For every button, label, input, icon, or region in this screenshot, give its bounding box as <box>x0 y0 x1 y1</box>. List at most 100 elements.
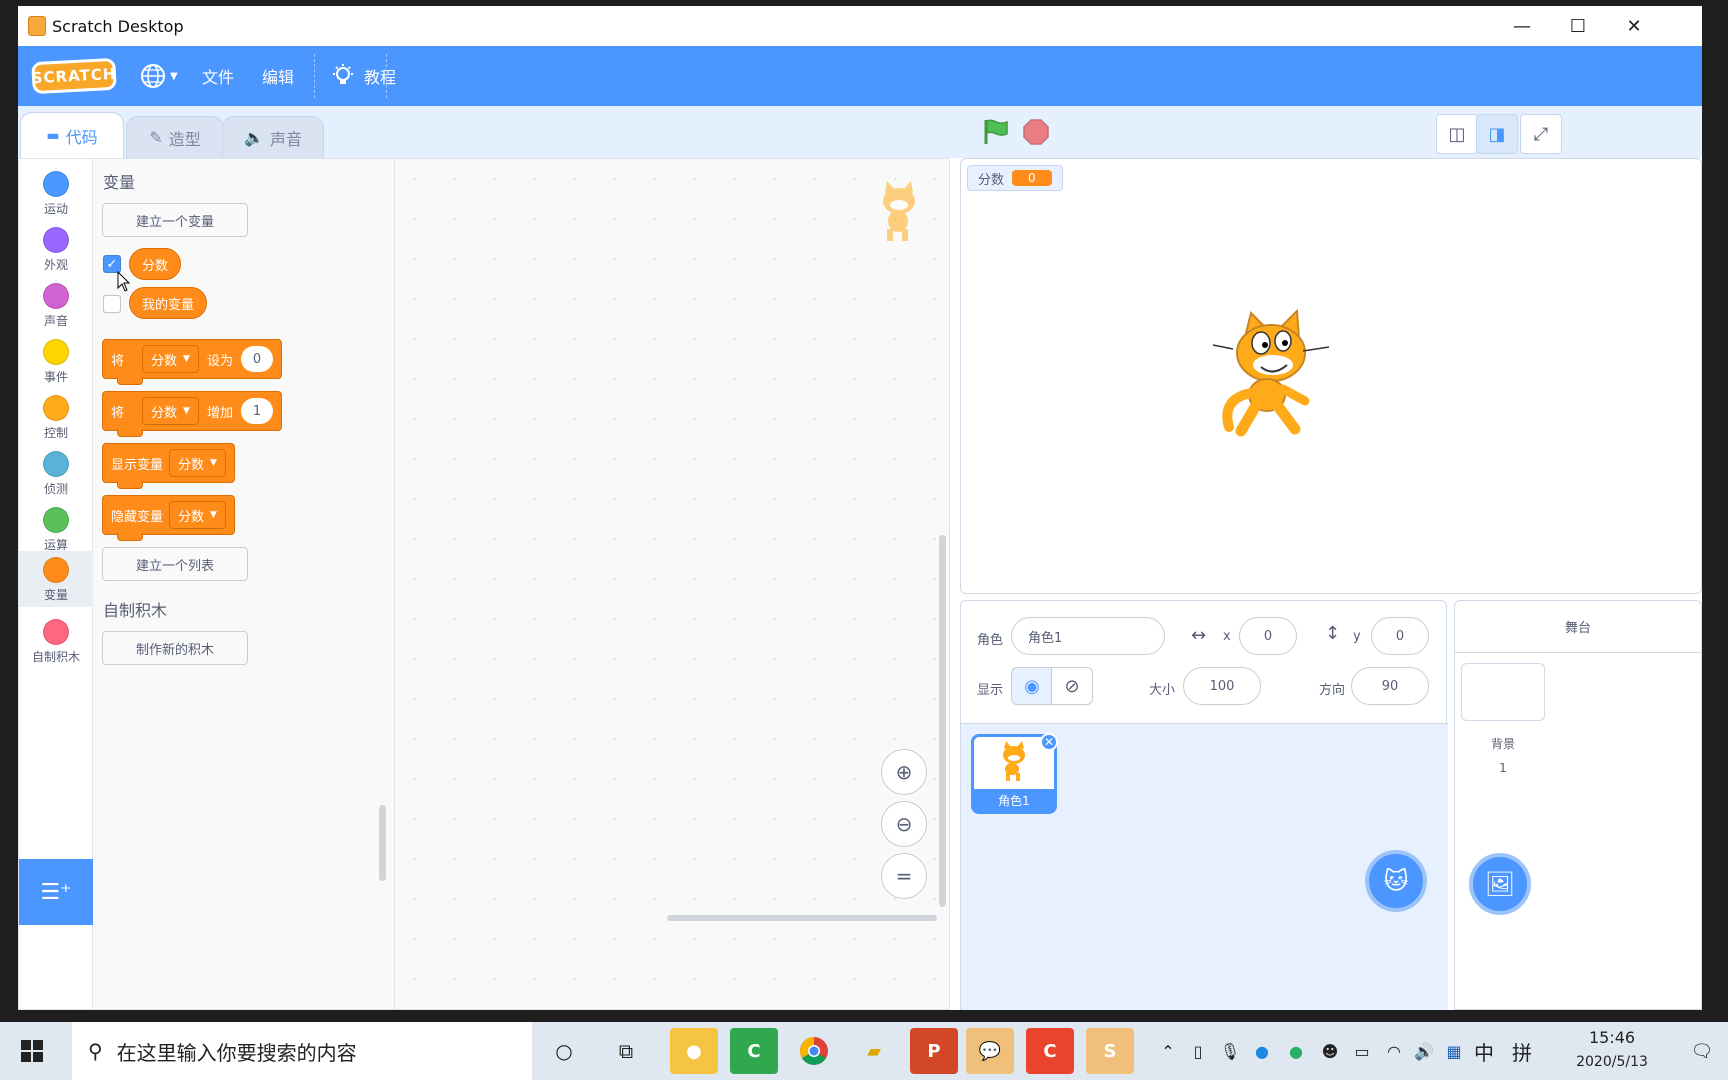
variable-checkbox-myvar[interactable] <box>103 295 121 313</box>
scratch-logo[interactable]: SCRATCH <box>31 57 117 95</box>
category-myblocks[interactable]: 自制积木 <box>19 613 93 669</box>
wechat-icon[interactable]: 💬 <box>966 1028 1014 1074</box>
taskbar-search[interactable]: ⚲ 在这里输入你要搜索的内容 <box>72 1022 532 1080</box>
close-button[interactable]: ✕ <box>1604 6 1664 46</box>
clock-time[interactable]: 15:46 <box>1552 1028 1672 1047</box>
make-list-button[interactable]: 建立一个列表 <box>102 547 248 581</box>
value-input[interactable]: 1 <box>240 398 273 424</box>
zoom-in-icon: ⊕ <box>895 760 913 784</box>
camtasia-app-icon[interactable]: C <box>730 1028 778 1074</box>
add-sprite-button[interactable]: 🐱 <box>1365 850 1427 912</box>
add-backdrop-button[interactable]: 🖼 <box>1469 853 1531 915</box>
variable-dropdown[interactable]: 分数 ▼ <box>142 397 199 425</box>
hide-sprite-button[interactable]: ⊘ <box>1051 667 1093 705</box>
x-input[interactable]: 0 <box>1239 617 1297 655</box>
camtasia-red-icon[interactable]: C <box>1026 1028 1074 1074</box>
block-palette: 变量 建立一个变量 ✓ 分数 我的变量 将 分数 ▼ 设为 0 将 分数 ▼ 增加 … <box>93 159 395 1009</box>
stage-selector-panel[interactable]: 舞台 背景 1 🖼 <box>1454 600 1702 1010</box>
add-extension-button[interactable]: ☰⁺ <box>19 859 93 925</box>
eye-slash-icon: ⊘ <box>1064 675 1080 697</box>
category-label: 侦测 <box>43 482 68 496</box>
zoom-out-button[interactable]: ⊖ <box>881 801 927 847</box>
set-variable-block[interactable]: 将 分数 ▼ 设为 0 <box>102 339 282 385</box>
variable-dropdown[interactable]: 分数 ▼ <box>142 345 199 373</box>
cortana-icon[interactable]: ○ <box>542 1029 586 1073</box>
stage-canvas[interactable]: 分数 0 <box>960 158 1702 594</box>
windows-start-icon[interactable] <box>20 1039 44 1063</box>
tab-code[interactable]: ▬ 代码 <box>20 112 124 158</box>
powerpoint-icon[interactable]: P <box>910 1028 958 1074</box>
cat-add-icon: 🐱 <box>1383 867 1409 895</box>
category-operators[interactable]: 运算 <box>19 501 93 557</box>
cat-sprite[interactable] <box>1211 309 1341 439</box>
category-control[interactable]: 控制 <box>19 389 93 445</box>
scratch-taskbar-icon[interactable]: S <box>1086 1028 1134 1074</box>
category-dot <box>43 395 69 421</box>
category-looks[interactable]: 外观 <box>19 221 93 277</box>
value-input[interactable]: 0 <box>240 346 273 372</box>
category-dot <box>43 619 69 645</box>
chrome-icon[interactable] <box>790 1028 838 1074</box>
cat-thumbnail-icon <box>1003 741 1025 781</box>
category-events[interactable]: 事件 <box>19 333 93 389</box>
small-stage-button[interactable]: ◫ <box>1436 114 1478 154</box>
language-menu[interactable]: ▼ <box>140 46 178 106</box>
variable-reporter-myvar[interactable]: 我的变量 <box>129 287 208 319</box>
make-block-button[interactable]: 制作新的积木 <box>102 631 248 665</box>
tutorials-label: 教程 <box>364 68 397 87</box>
edit-menu[interactable]: 编辑 <box>262 46 294 106</box>
tab-costumes-label: 造型 <box>168 129 201 149</box>
tab-costumes[interactable]: ✎ 造型 <box>126 116 224 158</box>
sprite-thumbnail[interactable]: ✕ 角色1 <box>971 733 1058 814</box>
size-input[interactable]: 100 <box>1183 667 1261 705</box>
file-menu[interactable]: 文件 <box>202 46 234 106</box>
sprite-name-label: 角色 <box>977 633 1004 648</box>
variable-reporter-score[interactable]: 分数 <box>129 248 182 280</box>
sprite-name-input[interactable]: 角色1 <box>1011 617 1165 655</box>
make-variable-button[interactable]: 建立一个变量 <box>102 203 248 237</box>
maximize-button[interactable]: ☐ <box>1548 6 1608 46</box>
category-motion[interactable]: 运动 <box>19 165 93 221</box>
scratch-app-icon <box>28 16 46 36</box>
horizontal-arrows-icon: ↔ <box>1191 625 1207 646</box>
delete-sprite-button[interactable]: ✕ <box>1040 733 1058 751</box>
variable-dropdown[interactable]: 分数 ▼ <box>169 501 226 529</box>
clock-date[interactable]: 2020/5/13 <box>1552 1054 1672 1070</box>
notification-icon[interactable]: 🗨 <box>1680 1029 1724 1073</box>
y-input[interactable]: 0 <box>1371 617 1429 655</box>
zoom-reset-button[interactable]: = <box>881 853 927 899</box>
direction-input[interactable]: 90 <box>1351 667 1429 705</box>
category-sound[interactable]: 声音 <box>19 277 93 333</box>
tab-code-label: 代码 <box>65 127 98 147</box>
script-workspace[interactable]: ⊕ ⊖ = <box>395 159 949 1009</box>
workspace-vscrollbar[interactable] <box>939 535 946 907</box>
minimize-button[interactable]: — <box>1492 6 1552 46</box>
tab-sounds[interactable]: 🔈 声音 <box>222 116 324 158</box>
block-text: 将 <box>111 353 125 369</box>
monitor-label: 分数 <box>978 172 1005 188</box>
category-sensing[interactable]: 侦测 <box>19 445 93 501</box>
zoom-reset-icon: = <box>895 864 913 888</box>
workspace-hscrollbar[interactable] <box>667 915 937 921</box>
green-flag-icon[interactable] <box>982 118 1010 146</box>
ime-pinyin-indicator[interactable]: 拼 <box>1500 1029 1544 1073</box>
block-text: 显示变量 <box>111 457 164 473</box>
category-label: 自制积木 <box>31 650 80 664</box>
stop-icon[interactable] <box>1022 118 1050 146</box>
change-variable-block[interactable]: 将 分数 ▼ 增加 1 <box>102 391 282 437</box>
file-explorer-icon[interactable]: ▰ <box>850 1028 898 1074</box>
zoom-in-button[interactable]: ⊕ <box>881 749 927 795</box>
show-variable-block[interactable]: 显示变量 分数 ▼ <box>102 443 235 489</box>
hide-variable-block[interactable]: 隐藏变量 分数 ▼ <box>102 495 235 541</box>
stage-thumbnail[interactable] <box>1461 663 1545 721</box>
fullscreen-button[interactable]: ⤢ <box>1520 114 1562 154</box>
category-variables[interactable]: 变量 <box>19 551 93 607</box>
category-label: 声音 <box>43 314 68 328</box>
variable-monitor[interactable]: 分数 0 <box>967 165 1063 191</box>
palette-scrollbar[interactable] <box>379 805 386 881</box>
show-sprite-button[interactable]: ◉ <box>1011 667 1053 705</box>
task-view-icon[interactable]: ⧉ <box>604 1029 648 1073</box>
recorder-app-icon[interactable]: ● <box>670 1028 718 1074</box>
normal-stage-button[interactable]: ◨ <box>1476 114 1518 154</box>
variable-dropdown[interactable]: 分数 ▼ <box>169 449 226 477</box>
